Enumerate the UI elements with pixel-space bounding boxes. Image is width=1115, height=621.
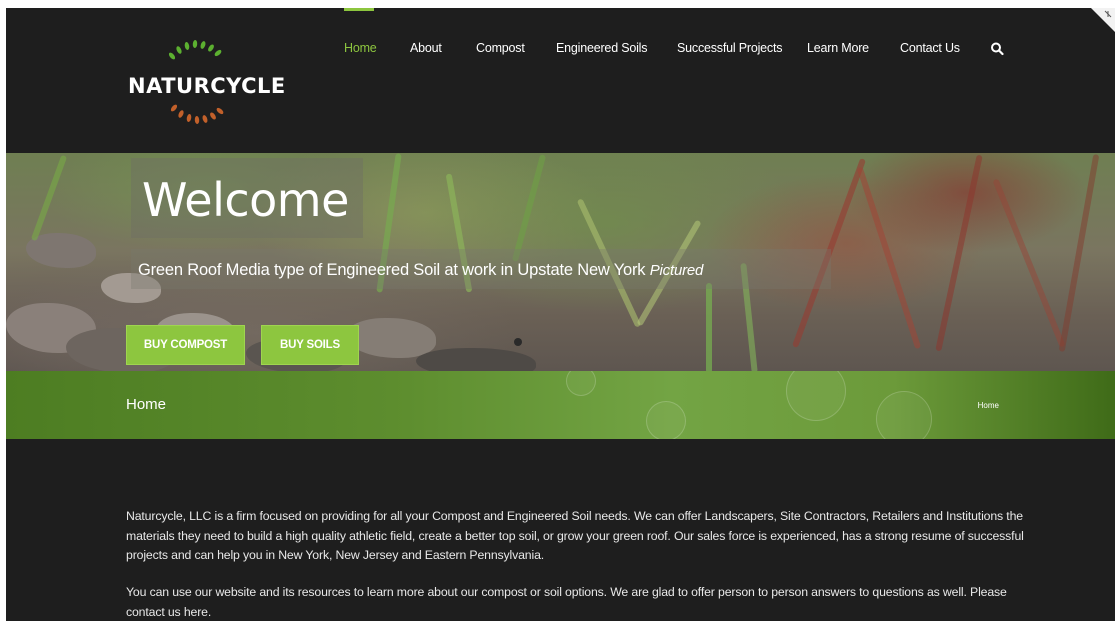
decorative-bubble [786,371,846,421]
nav-item-compost[interactable]: Compost [476,41,525,55]
corner-fold-icon [1091,8,1115,32]
slider-dot[interactable] [514,338,522,346]
hero-subtitle: Green Roof Media type of Engineered Soil… [138,261,703,280]
page-title-bar: Home Home [6,371,1115,439]
nav-item-home[interactable]: Home [344,41,377,55]
logo-wordmark: NATURCYCLE [128,74,286,98]
nav-item-learn-more[interactable]: Learn More [807,41,869,55]
page-frame: NATURCYCLE Home About Compost Engineered… [6,8,1115,621]
nav-item-engineered-soils[interactable]: Engineered Soils [556,41,648,55]
buy-soils-button[interactable]: BUY SOILS [261,325,359,365]
search-icon[interactable] [990,41,1004,57]
nav-item-about[interactable]: About [410,41,442,55]
site-logo[interactable]: NATURCYCLE [124,36,294,136]
nav-item-successful-projects[interactable]: Successful Projects [677,41,782,55]
hero-subtitle-emphasis: Pictured [649,262,704,279]
decorative-bubble [566,371,596,396]
main-content: Naturcycle, LLC is a firm focused on pro… [6,439,1115,621]
nav-item-contact-us[interactable]: Contact Us [900,41,960,55]
intro-paragraph: Naturcycle, LLC is a firm focused on pro… [126,509,1024,562]
hero-title: Welcome [142,173,349,227]
page-title: Home [126,396,167,413]
website-paragraph: You can use our website and its resource… [126,585,1007,619]
site-header: NATURCYCLE Home About Compost Engineered… [6,8,1115,153]
decorative-bubble [876,391,932,439]
decorative-bubble [646,401,686,439]
breadcrumb[interactable]: Home [978,401,999,410]
nav-active-indicator [344,8,374,11]
buy-compost-button[interactable]: BUY COMPOST [126,325,245,365]
hero-subtitle-text: Green Roof Media type of Engineered Soil… [138,261,646,279]
hero-slider: Welcome Green Roof Media type of Enginee… [6,153,1115,371]
